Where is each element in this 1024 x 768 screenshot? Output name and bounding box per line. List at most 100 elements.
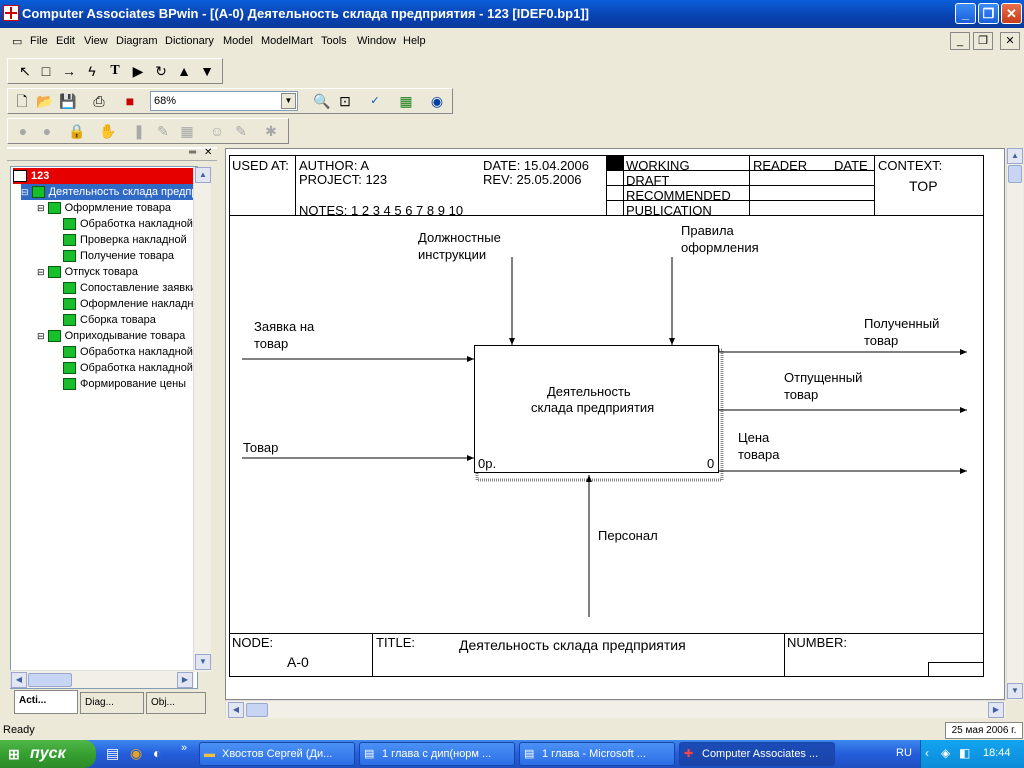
squiggle-tool-icon[interactable]: ϟ <box>81 60 103 82</box>
print-icon[interactable]: ⎙ <box>88 90 110 112</box>
canvas-vscrollbar[interactable]: ▲ ▼ <box>1006 148 1023 700</box>
arrow-label-rules-2[interactable]: оформления <box>681 240 759 256</box>
bpwin-app-icon[interactable] <box>3 5 19 21</box>
zoom-in-icon[interactable]: 🔍 <box>311 90 333 112</box>
color-palette-icon[interactable]: ■ <box>119 90 141 112</box>
task-bpwin[interactable]: ✚ Computer Associates ... <box>679 742 835 766</box>
task-word-2[interactable]: ▤ 1 глава - Microsoft ... <box>519 742 675 766</box>
quicklaunch-media-icon[interactable]: ◐ <box>153 745 161 761</box>
modelmart-icon[interactable]: ◉ <box>426 90 448 112</box>
save-icon[interactable]: 💾 <box>57 90 79 112</box>
zoom-select[interactable]: 68% ▼ <box>150 91 298 111</box>
arrow-label-price-2[interactable]: товара <box>738 447 780 463</box>
task-word-1[interactable]: ▤ 1 глава с дип(норм ... <box>359 742 515 766</box>
tree-item[interactable]: ⊟ Оформление товара <box>37 200 171 216</box>
mm-user-icon[interactable]: ☺ <box>206 120 228 142</box>
mdi-doc-icon[interactable]: ▭ <box>12 35 22 48</box>
scroll-down-icon[interactable]: ▼ <box>1007 683 1023 699</box>
go-to-parent-icon[interactable]: ▲ <box>173 60 195 82</box>
mm-disconnect-icon[interactable]: ● <box>36 120 58 142</box>
pointer-tool-icon[interactable]: ↖ <box>14 60 36 82</box>
close-button[interactable]: ✕ <box>1001 3 1022 24</box>
lock-icon[interactable]: 🔒 <box>66 120 88 142</box>
arrow-label-shipped-1[interactable]: Отпущенный <box>784 370 862 386</box>
start-button[interactable]: ⊞ пуск <box>0 740 96 768</box>
tree-item[interactable]: Формирование цены <box>63 376 195 392</box>
arrow-label-staff[interactable]: Персонал <box>598 528 658 544</box>
mm-security-icon[interactable]: ✎ <box>230 120 252 142</box>
tree-item[interactable]: Обработка накладной <box>63 360 195 376</box>
scroll-right-icon[interactable]: ▶ <box>177 672 193 688</box>
new-file-icon[interactable]: 🗋 <box>11 90 33 112</box>
tray-expand-icon[interactable]: ‹ <box>925 746 929 760</box>
chevron-down-icon[interactable]: ▼ <box>281 93 296 109</box>
tab-objects[interactable]: Obj... <box>146 692 206 714</box>
tree-item[interactable]: Проверка накладной <box>63 232 195 248</box>
volume-icon[interactable]: ◧ <box>959 746 970 760</box>
arrow-label-received-2[interactable]: товар <box>864 333 898 349</box>
arrow-label-price-1[interactable]: Цена <box>738 430 769 446</box>
quicklaunch-more-icon[interactable]: » <box>181 742 187 754</box>
model-explorer-icon[interactable]: ▦ <box>395 90 417 112</box>
tree-root[interactable]: 123 <box>13 168 195 184</box>
tree-item[interactable]: Сборка товара <box>63 312 195 328</box>
box-tool-icon[interactable]: □ <box>35 60 57 82</box>
menu-view[interactable]: View <box>84 35 108 47</box>
mdi-close-button[interactable]: ✕ <box>1000 32 1020 50</box>
go-to-child-icon[interactable]: ▼ <box>196 60 218 82</box>
menu-tools[interactable]: Tools <box>321 35 347 47</box>
arrow-label-rules-1[interactable]: Правила <box>681 223 734 239</box>
arrow-label-instructions-2[interactable]: инструкции <box>418 247 486 263</box>
mdi-restore-button[interactable]: ❐ <box>973 32 993 50</box>
rotate-tool-icon[interactable]: ↻ <box>150 60 172 82</box>
arrow-tool-icon[interactable]: → <box>58 60 80 82</box>
scroll-thumb[interactable] <box>1008 165 1022 183</box>
spellcheck-icon[interactable]: ✓ <box>364 90 386 112</box>
mm-hand-icon[interactable]: ✋ <box>97 120 119 142</box>
quicklaunch-browser-icon[interactable]: ◉ <box>130 745 142 762</box>
language-indicator[interactable]: RU <box>896 747 912 759</box>
go-to-sibling-icon[interactable]: ▶ <box>127 60 149 82</box>
menu-modelmart[interactable]: ModelMart <box>261 35 313 47</box>
tab-diagrams[interactable]: Diag... <box>80 692 144 714</box>
scroll-thumb[interactable] <box>28 673 72 687</box>
arrow-label-request-1[interactable]: Заявка на <box>254 319 314 335</box>
canvas-hscrollbar[interactable]: ◀ ▶ <box>225 700 1006 718</box>
menu-window[interactable]: Window <box>357 35 396 47</box>
scroll-right-icon[interactable]: ▶ <box>988 702 1004 718</box>
tree-hscrollbar[interactable]: ◀ ▶ <box>10 670 194 688</box>
tree-item[interactable]: Сопоставление заявки <box>63 280 195 296</box>
scroll-up-icon[interactable]: ▲ <box>1007 148 1023 164</box>
tree-item-activity[interactable]: ⊟ Деятельность склада предприятия <box>21 184 195 200</box>
maximize-button[interactable]: ❐ <box>978 3 999 24</box>
menu-model[interactable]: Model <box>223 35 253 47</box>
open-folder-icon[interactable]: 📂 <box>34 90 56 112</box>
mm-report-icon[interactable]: ✎ <box>152 120 174 142</box>
tree-item[interactable]: Обработка накладной <box>63 216 195 232</box>
arrow-label-instructions-1[interactable]: Должностные <box>418 230 501 246</box>
scroll-left-icon[interactable]: ◀ <box>11 672 27 688</box>
tree-item[interactable]: Обработка накладной <box>63 344 195 360</box>
zoom-fit-icon[interactable]: ⊡ <box>334 90 356 112</box>
mdi-minimize-button[interactable]: _ <box>950 32 970 50</box>
text-tool-icon[interactable]: T <box>104 60 126 82</box>
mm-grid-icon[interactable]: ▦ <box>176 120 198 142</box>
mm-library-icon[interactable]: ❚ <box>128 120 150 142</box>
mm-connect-icon[interactable]: ● <box>12 120 34 142</box>
activity-box[interactable]: Деятельность склада предприятия 0р. 0 <box>474 345 719 473</box>
tree-item[interactable]: Получение товара <box>63 248 195 264</box>
arrow-label-request-2[interactable]: товар <box>254 336 288 352</box>
tree-vscrollbar[interactable]: ▲ ▼ <box>193 167 211 672</box>
menu-edit[interactable]: Edit <box>56 35 75 47</box>
tab-activities[interactable]: Acti... <box>14 690 78 714</box>
tree-item[interactable]: ⊟ Отпуск товара <box>37 264 138 280</box>
menu-help[interactable]: Help <box>403 35 426 47</box>
menu-file[interactable]: File <box>30 35 48 47</box>
arrow-label-received-1[interactable]: Полученный <box>864 316 939 332</box>
arrow-label-shipped-2[interactable]: товар <box>784 387 818 403</box>
scroll-left-icon[interactable]: ◀ <box>228 702 244 718</box>
quicklaunch-word-icon[interactable]: ▤ <box>106 745 119 762</box>
task-folder[interactable]: ▬ Хвостов Сергей (Ди... <box>199 742 355 766</box>
arrow-label-goods[interactable]: Товар <box>243 440 278 456</box>
menu-diagram[interactable]: Diagram <box>116 35 158 47</box>
